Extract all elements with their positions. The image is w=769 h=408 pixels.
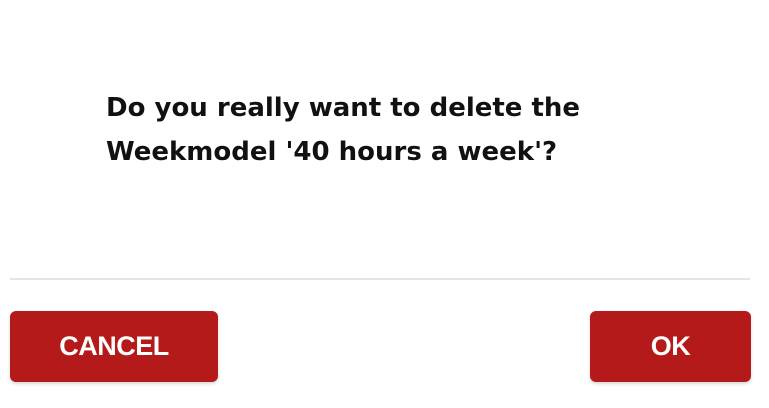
confirm-delete-dialog: Do you really want to delete the Weekmod… xyxy=(0,0,769,408)
dialog-divider xyxy=(10,278,750,280)
message-line-2: Weekmodel '40 hours a week'? xyxy=(106,137,558,167)
confirmation-message: Do you really want to delete the Weekmod… xyxy=(106,86,706,174)
message-line-1: Do you really want to delete the xyxy=(106,93,581,123)
ok-button[interactable]: OK xyxy=(590,311,751,382)
cancel-button[interactable]: CANCEL xyxy=(10,311,218,382)
